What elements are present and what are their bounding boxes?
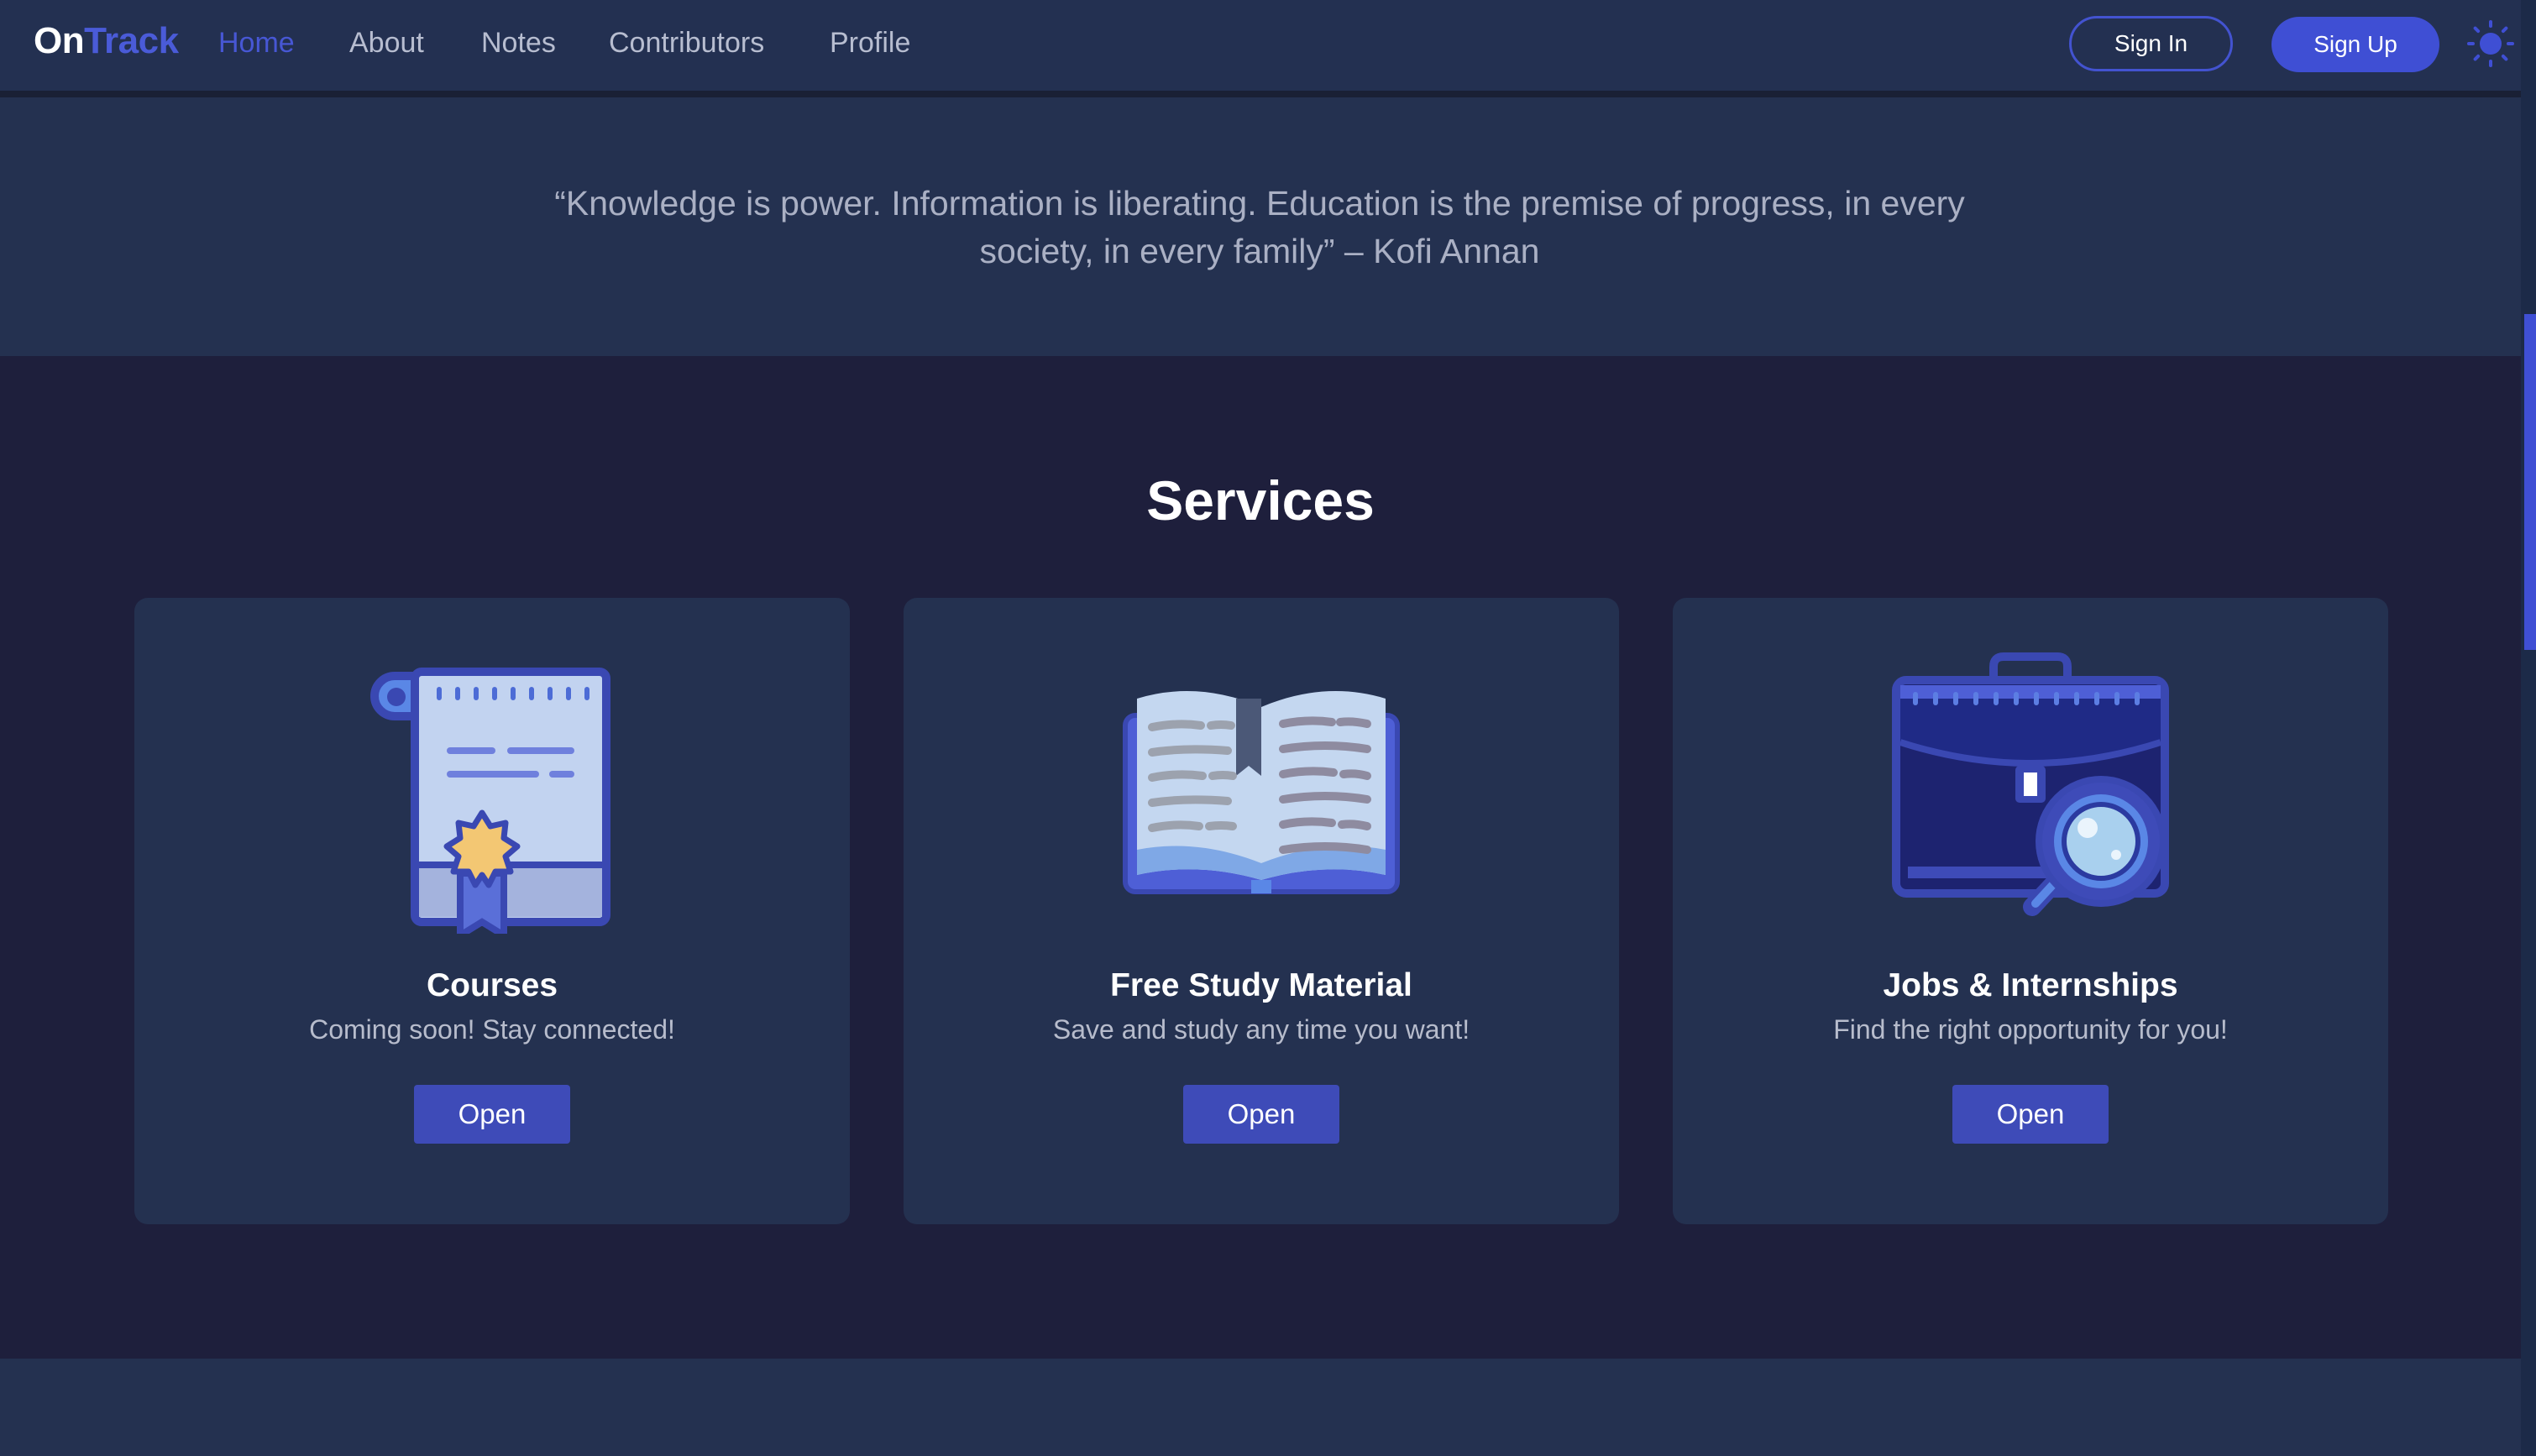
card-title: Jobs & Internships [1883,967,2178,1003]
nav-link-about[interactable]: About [349,27,424,60]
quote-section: “Knowledge is power. Information is libe… [0,97,2521,356]
nav-link-notes[interactable]: Notes [481,27,556,60]
sun-icon[interactable] [2465,18,2516,69]
nav-link-profile[interactable]: Profile [830,27,910,60]
scrollbar-thumb[interactable] [2524,314,2536,650]
services-section: Services Courses Coming soon! Stay conne… [0,356,2521,1359]
service-card-courses: Courses Coming soon! Stay connected! Ope… [134,598,850,1224]
vertical-scrollbar[interactable] [2521,0,2536,1456]
briefcase-search-icon [1892,652,2169,916]
brand-logo[interactable]: OnTrack [34,20,179,62]
open-book-icon [1123,691,1400,894]
card-description: Find the right opportunity for you! [1833,1014,2228,1045]
services-heading: Services [1146,469,1375,532]
card-title: Courses [426,967,558,1003]
card-description: Save and study any time you want! [1052,1014,1470,1045]
quote-text: “Knowledge is power. Information is libe… [470,180,2049,275]
logo-text-on: On [34,20,85,61]
service-card-jobs: Jobs & Internships Find the right opport… [1673,598,2388,1224]
open-jobs-button[interactable]: Open [1952,1085,2109,1144]
quote-line-1: “Knowledge is power. Information is libe… [554,184,1965,223]
logo-text-track: Track [84,20,179,61]
open-courses-button[interactable]: Open [414,1085,570,1144]
open-study-material-button[interactable]: Open [1183,1085,1339,1144]
navbar: OnTrack Home About Notes Contributors Pr… [0,0,2521,97]
card-description: Coming soon! Stay connected! [309,1014,675,1045]
card-title: Free Study Material [1110,967,1412,1003]
nav-link-home[interactable]: Home [218,27,295,60]
quote-line-2: society, in every family” – Kofi Annan [979,232,1540,270]
certificate-icon [370,668,610,934]
footer-band [0,1359,2521,1456]
service-card-study-material: Free Study Material Save and study any t… [904,598,1619,1224]
nav-link-contributors[interactable]: Contributors [609,27,764,60]
sign-up-button[interactable]: Sign Up [2271,17,2439,72]
sign-in-button[interactable]: Sign In [2069,16,2233,71]
